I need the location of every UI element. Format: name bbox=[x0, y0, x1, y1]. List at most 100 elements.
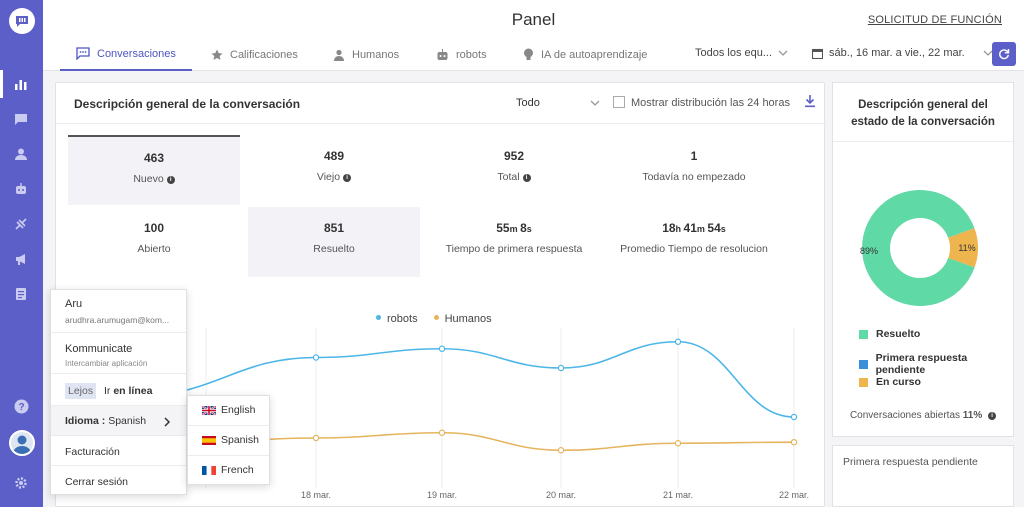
feature-request-link[interactable]: SOLICITUD DE FUNCIÓN bbox=[868, 14, 1002, 26]
conversations-icon[interactable] bbox=[10, 108, 32, 130]
data-point bbox=[312, 434, 320, 442]
divider bbox=[56, 123, 826, 124]
dashboard-icon[interactable] bbox=[10, 73, 32, 95]
tab-ia-autoaprendizaje[interactable]: IA de autoaprendizaje bbox=[523, 38, 647, 71]
reports-icon[interactable] bbox=[10, 283, 32, 305]
uk-flag-icon bbox=[202, 405, 216, 415]
stat-viejo[interactable]: 489 Viejo i bbox=[248, 135, 420, 205]
stat-label: Resuelto bbox=[313, 243, 355, 255]
active-indicator bbox=[0, 70, 3, 98]
go-online-button[interactable]: Ir en línea bbox=[104, 385, 152, 397]
legend-en-curso[interactable]: En curso bbox=[859, 376, 921, 388]
team-filter-dropdown[interactable]: Todos los equ... bbox=[695, 47, 788, 59]
language-option-french[interactable]: French bbox=[202, 464, 254, 476]
x-tick-label: 19 mar. bbox=[427, 490, 457, 500]
bot-icon[interactable] bbox=[10, 178, 32, 200]
legend-label: En curso bbox=[876, 376, 921, 388]
bulb-icon bbox=[524, 48, 533, 60]
data-point bbox=[438, 429, 446, 436]
language-option-english[interactable]: English bbox=[202, 404, 255, 416]
header: Panel SOLICITUD DE FUNCIÓN bbox=[43, 0, 1024, 38]
profile-name: Aru bbox=[65, 298, 83, 310]
stat-label: Total bbox=[497, 171, 520, 183]
stat-no-empezado[interactable]: 1 Todavía no empezado bbox=[608, 135, 780, 205]
stat-label: Tiempo de primera respuesta bbox=[445, 243, 583, 255]
data-point bbox=[674, 338, 682, 345]
status-donut-chart: 89% 11% bbox=[860, 190, 978, 306]
divider bbox=[188, 455, 269, 456]
settings-gear-icon[interactable] bbox=[10, 472, 32, 494]
date-range-value: sáb., 16 mar. a vie., 22 mar. bbox=[829, 47, 965, 59]
tab-bar: Conversaciones Calificaciones Humanos ro… bbox=[43, 38, 1024, 71]
divider bbox=[833, 141, 1013, 142]
tab-conversaciones[interactable]: Conversaciones bbox=[60, 38, 192, 71]
calendar-icon bbox=[812, 48, 823, 59]
chevron-down-icon[interactable] bbox=[590, 100, 600, 106]
open-label: Conversaciones abiertas bbox=[849, 410, 961, 421]
stat-nuevo[interactable]: 463 Nuevo i bbox=[68, 135, 240, 205]
divider bbox=[188, 425, 269, 426]
open-conversations: Conversaciones abiertas 11% i bbox=[833, 410, 1013, 421]
stat-resuelto[interactable]: 851 Resuelto bbox=[248, 207, 420, 277]
logout-item[interactable]: Cerrar sesión bbox=[65, 476, 128, 488]
legend-resuelto[interactable]: Resuelto bbox=[859, 328, 920, 340]
pending-card-title: Primera respuesta pendiente bbox=[843, 456, 978, 468]
pending-response-card: Primera respuesta pendiente bbox=[832, 445, 1014, 507]
language-submenu: English Spanish French bbox=[187, 395, 270, 485]
users-icon[interactable] bbox=[10, 143, 32, 165]
x-tick-label: 21 mar. bbox=[663, 490, 693, 500]
status-card-title: Descripción general del estado de la con… bbox=[851, 99, 995, 128]
stat-label: Todavía no empezado bbox=[642, 171, 746, 183]
away-status-button[interactable]: Lejos bbox=[65, 383, 97, 399]
france-flag-icon bbox=[202, 465, 216, 475]
info-icon[interactable]: i bbox=[988, 412, 997, 420]
tab-label: IA de autoaprendizaje bbox=[541, 48, 648, 61]
stat-value: 18h 41m 54s bbox=[662, 221, 726, 235]
info-icon[interactable]: i bbox=[166, 176, 175, 184]
info-icon[interactable]: i bbox=[522, 174, 531, 182]
kommunicate-logo[interactable] bbox=[9, 8, 35, 34]
tab-humanos[interactable]: Humanos bbox=[333, 38, 399, 71]
legend-primera-respuesta[interactable]: Primera respuesta pendiente bbox=[859, 352, 1013, 376]
refresh-button[interactable] bbox=[992, 42, 1016, 66]
download-icon[interactable] bbox=[804, 94, 816, 108]
data-point bbox=[557, 364, 565, 372]
data-point bbox=[674, 440, 682, 447]
scope-dropdown[interactable]: Todo bbox=[516, 97, 540, 109]
stat-value: 463 bbox=[143, 151, 165, 165]
chevron-down-icon bbox=[778, 50, 788, 56]
stat-value: 55m 8s bbox=[496, 221, 532, 235]
language-label: Idioma : Spanish bbox=[65, 415, 147, 427]
stat-primera-respuesta[interactable]: 55m 8s Tiempo de primera respuesta bbox=[428, 207, 600, 277]
product-name: Kommunicate bbox=[65, 343, 133, 355]
x-tick-label: 20 mar. bbox=[546, 490, 576, 500]
stat-value: 851 bbox=[323, 221, 345, 235]
tab-label: robots bbox=[456, 48, 487, 61]
stat-total[interactable]: 952 Total i bbox=[428, 135, 600, 205]
x-tick-label: 18 mar. bbox=[301, 490, 331, 500]
stat-value: 100 bbox=[143, 221, 165, 235]
profile-menu: Aru arudhra.arumugam@kom... Kommunicate … bbox=[50, 289, 187, 495]
chat-icon bbox=[76, 47, 90, 60]
info-icon[interactable]: i bbox=[343, 174, 352, 182]
language-option-spanish[interactable]: Spanish bbox=[202, 434, 259, 446]
stat-value: 952 bbox=[503, 149, 525, 163]
tab-calificaciones[interactable]: Calificaciones bbox=[211, 38, 298, 71]
campaigns-icon[interactable] bbox=[10, 248, 32, 270]
stat-resolucion[interactable]: 18h 41m 54s Promedio Tiempo de resolucio… bbox=[608, 207, 780, 277]
help-icon[interactable]: ? bbox=[10, 395, 32, 417]
tab-label: Conversaciones bbox=[97, 47, 176, 60]
avatar[interactable] bbox=[9, 430, 35, 456]
date-range-picker[interactable]: sáb., 16 mar. a vie., 22 mar. bbox=[812, 47, 993, 59]
distribution-checkbox[interactable] bbox=[613, 96, 625, 108]
switch-app-label: Intercambiar aplicación bbox=[65, 359, 148, 368]
profile-email: arudhra.arumugam@kom... bbox=[65, 315, 170, 325]
stat-abierto[interactable]: 100 Abierto bbox=[68, 207, 240, 277]
integrations-icon[interactable] bbox=[10, 213, 32, 235]
stat-label: Nuevo bbox=[133, 173, 164, 185]
legend-label: Resuelto bbox=[876, 328, 921, 340]
donut-data-label: 89% bbox=[860, 246, 878, 256]
x-tick-label: 22 mar. bbox=[779, 490, 809, 500]
star-icon bbox=[211, 49, 223, 60]
tab-robots[interactable]: robots bbox=[436, 38, 487, 71]
